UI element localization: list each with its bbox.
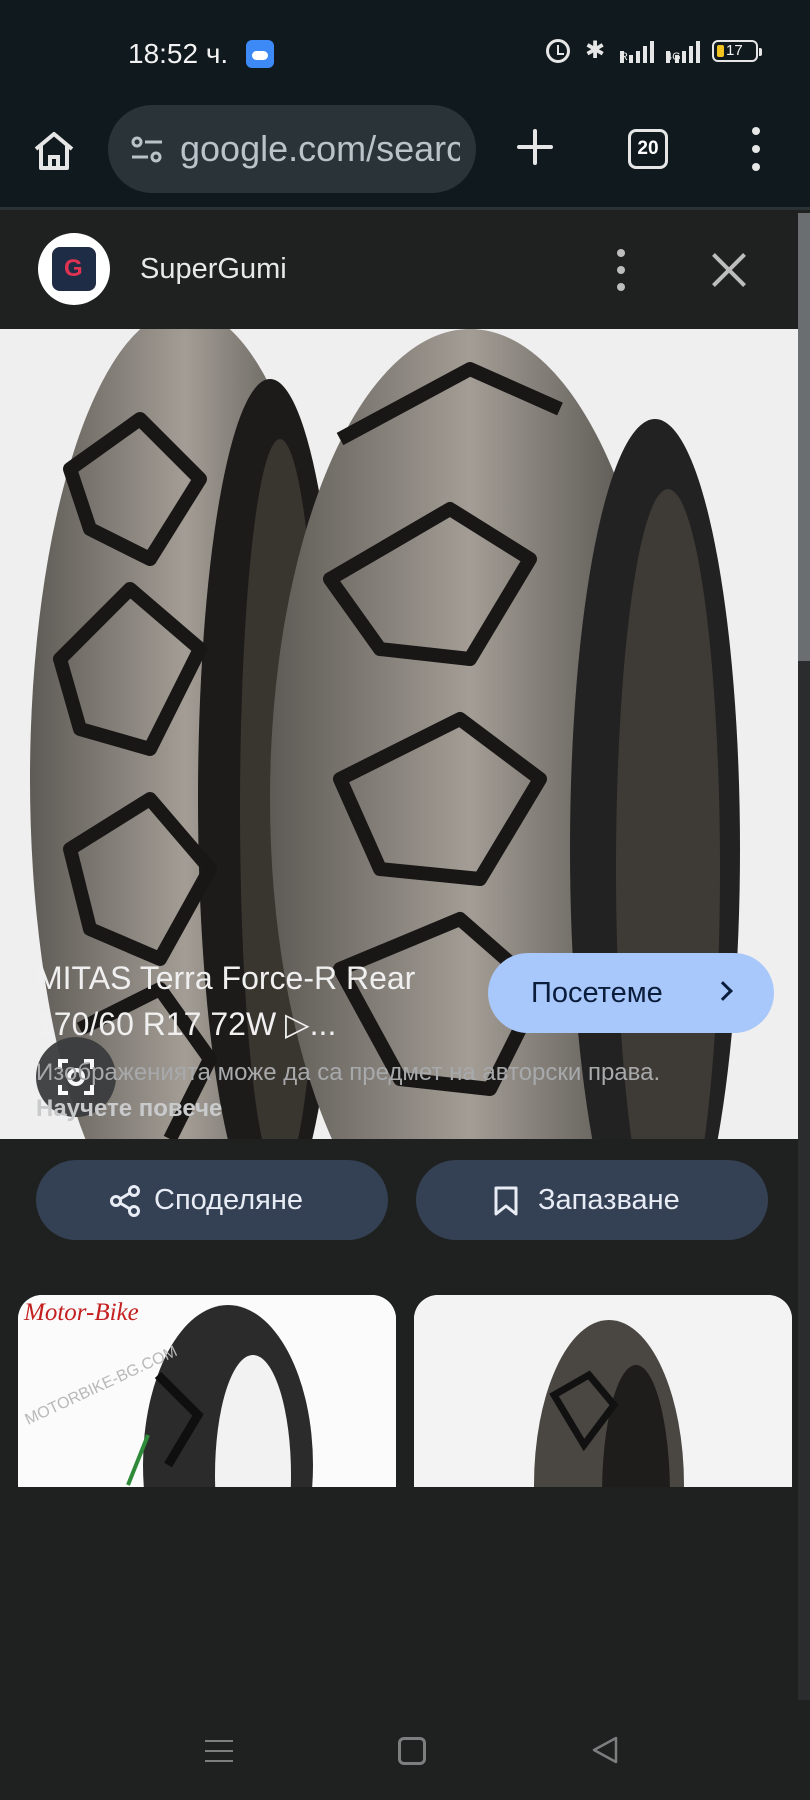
browser-menu-button[interactable]: [746, 127, 766, 171]
alarm-icon: [546, 39, 570, 63]
site-logo[interactable]: [38, 233, 110, 305]
status-icons: ✱ R 4G 17: [546, 37, 762, 64]
home-icon: [34, 132, 74, 170]
recent-apps-button[interactable]: [205, 1738, 233, 1764]
close-button[interactable]: [710, 251, 748, 289]
related-image-card[interactable]: [414, 1295, 792, 1487]
more-options-button[interactable]: [612, 249, 630, 291]
result-title[interactable]: MITAS Terra Force-R Rear 170/60 R17 72W …: [36, 955, 466, 1047]
bluetooth-icon: ✱: [584, 37, 606, 64]
browser-toolbar: google.com/search 20: [0, 105, 810, 210]
url-text: google.com/search: [180, 128, 460, 169]
visit-button[interactable]: Посетеме: [488, 953, 774, 1033]
learn-more-link[interactable]: Научете повече: [36, 1095, 222, 1122]
copyright-notice: Изображенията може да са предмет на авто…: [36, 1055, 736, 1127]
share-icon: [110, 1185, 140, 1217]
new-tab-button[interactable]: [513, 125, 557, 169]
scrollbar-thumb[interactable]: [798, 213, 810, 661]
visit-label: Посетеме: [531, 977, 663, 1009]
status-bar: 18:52 ч. ✱ R 4G 17: [0, 0, 810, 105]
battery-level: 17: [726, 42, 743, 59]
status-time: 18:52 ч.: [128, 38, 229, 69]
site-name[interactable]: SuperGumi: [140, 253, 287, 286]
network-label: 4G: [666, 51, 681, 63]
site-logo-icon: [52, 247, 96, 291]
nav-home-button[interactable]: [398, 1737, 426, 1765]
save-button[interactable]: Запазване: [416, 1160, 768, 1240]
nav-back-button[interactable]: [590, 1735, 620, 1765]
tab-switcher-button[interactable]: 20: [628, 129, 668, 169]
related-image-card[interactable]: MOTORBIKE-BG.COM Motor-Bike: [18, 1295, 396, 1487]
chevron-right-icon: [713, 981, 733, 1001]
battery-icon: 17: [712, 40, 762, 62]
scrollbar-track[interactable]: [798, 661, 810, 1700]
share-button[interactable]: Споделяне: [36, 1160, 388, 1240]
system-navigation-bar: [0, 1700, 810, 1800]
bookmark-icon: [494, 1186, 518, 1216]
signal-icon: R: [620, 39, 654, 63]
save-label: Запазване: [538, 1184, 680, 1216]
weather-icon: [246, 40, 274, 68]
signal-4g-icon: 4G: [666, 39, 700, 63]
related-tire-photo: [414, 1295, 792, 1487]
site-settings-icon: [131, 136, 162, 163]
related-logo-text: Motor-Bike: [24, 1299, 139, 1326]
sheet-header: SuperGumi: [0, 213, 798, 329]
back-icon: [592, 1736, 618, 1764]
copyright-text: Изображенията може да са предмет на авто…: [36, 1059, 661, 1086]
home-button[interactable]: [30, 127, 78, 175]
share-label: Споделяне: [154, 1184, 303, 1216]
roaming-label: R: [620, 51, 628, 63]
address-bar[interactable]: google.com/search: [108, 105, 476, 193]
